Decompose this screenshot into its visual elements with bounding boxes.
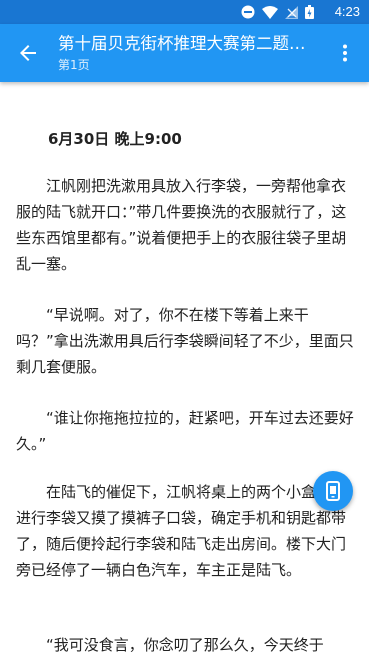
status-time: 4:23 xyxy=(334,4,360,19)
reader-content[interactable]: 6月30日 晚上9:00 江帆刚把洗漱用具放入行李袋，一旁帮他拿衣服的陆飞就开口… xyxy=(0,82,369,656)
wifi-icon xyxy=(262,5,278,19)
app-bar: 第十届贝克街杯推理大赛第二题… 第1页 xyxy=(0,24,369,82)
signal-icon xyxy=(285,5,298,19)
battery-icon xyxy=(305,5,314,19)
status-bar: 4:23 xyxy=(0,0,369,24)
more-vert-icon[interactable] xyxy=(333,41,357,65)
paragraph: “谁让你拖拖拉拉的，赶紧吧，开车过去还要好久。” xyxy=(16,409,354,453)
paragraph: “早说啊。对了，你不在楼下等着上来干吗？”拿出洗漱用具后行李袋瞬间轻了不少，里面… xyxy=(16,306,354,376)
paragraph: 江帆刚把洗漱用具放入行李袋，一旁帮他拿衣服的陆飞就开口：”带几件要换洗的衣服就行… xyxy=(16,177,347,273)
paragraph: 在陆飞的催促下，江帆将桌上的两个小盒子放进行李袋又摸了摸裤子口袋，确定手机和钥匙… xyxy=(16,483,347,579)
page-title: 第十届贝克街杯推理大赛第二题… xyxy=(58,34,306,53)
arrow-back-icon[interactable] xyxy=(16,41,40,65)
page-subtitle: 第1页 xyxy=(58,58,90,72)
read-aloud-button[interactable] xyxy=(313,471,353,511)
status-icons xyxy=(241,5,314,19)
phone-reader-icon xyxy=(326,481,340,501)
chapter-date: 6月30日 晚上9:00 xyxy=(48,130,182,148)
paragraph: “我可没食言，你念叨了那么久，今天终于 xyxy=(46,636,324,654)
do-not-disturb-icon xyxy=(241,5,255,19)
